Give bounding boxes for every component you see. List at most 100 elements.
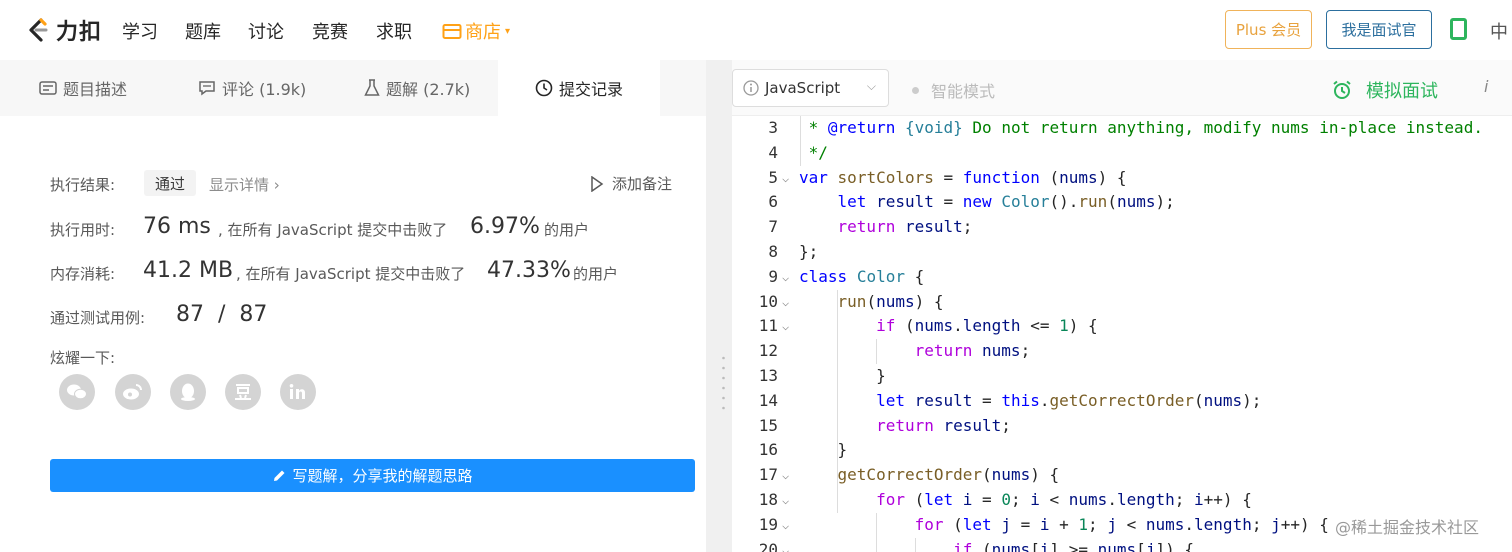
code-line[interactable]: 16 }: [732, 438, 1512, 463]
info-icon[interactable]: i: [1484, 77, 1488, 96]
weibo-share-icon[interactable]: [115, 374, 151, 410]
indent-guide: [837, 289, 838, 513]
code-text: };: [799, 242, 819, 261]
smart-mode-toggle[interactable]: 智能模式: [912, 78, 995, 102]
indent-guide: [876, 512, 877, 552]
nav-jobs[interactable]: 求职: [376, 18, 412, 44]
fold-chevron-icon[interactable]: ⌵: [782, 463, 789, 488]
tab-comments-label: 评论 (1.9k): [222, 80, 307, 99]
mock-interview-button[interactable]: 模拟面试: [1332, 77, 1438, 103]
time-label: 执行用时:: [50, 221, 116, 239]
editor-toolbar: JavaScript ⌵ 智能模式 模拟面试 i: [732, 60, 1512, 116]
write-solution-button[interactable]: 写题解，分享我的解题思路: [50, 459, 695, 492]
fold-chevron-icon[interactable]: ⌵: [782, 488, 789, 513]
code-text: return nums;: [914, 341, 1031, 361]
code-text: return result;: [837, 217, 973, 237]
leetcode-logo-icon: [29, 18, 48, 42]
code-line[interactable]: 3 * @return {void} Do not return anythin…: [732, 116, 1512, 141]
code-line[interactable]: 8};: [732, 240, 1512, 265]
code-text: }: [799, 440, 848, 460]
nav-contest[interactable]: 竞赛: [312, 18, 348, 44]
status-badge: 通过: [144, 170, 196, 196]
fold-chevron-icon[interactable]: ⌵: [782, 290, 789, 315]
add-note-button[interactable]: 添加备注: [590, 173, 672, 194]
tab-description[interactable]: 题目描述: [39, 60, 127, 116]
qq-share-icon[interactable]: [170, 374, 206, 410]
line-number: 15: [758, 415, 778, 435]
code-line[interactable]: 7 return result;: [732, 215, 1512, 240]
line-number: 20: [758, 539, 778, 552]
code-line[interactable]: 11 ⌵ if (nums.length <= 1) {: [732, 314, 1512, 339]
code-line[interactable]: 13 }: [732, 364, 1512, 389]
panel-divider[interactable]: [706, 60, 732, 552]
interviewer-button[interactable]: 我是面试官: [1326, 10, 1432, 49]
time-percent: 6.97%: [470, 214, 540, 239]
language-switch[interactable]: 中: [1490, 18, 1508, 44]
line-number: 10: [758, 291, 778, 311]
line-number: 18: [758, 490, 778, 509]
tab-submissions-label: 提交记录: [558, 80, 623, 99]
code-line[interactable]: 18 ⌵ for (let i = 0; i < nums.length; i++…: [732, 488, 1512, 513]
code-line[interactable]: 20 ⌵ if (nums[i] >= nums[j]) {: [732, 538, 1512, 552]
memory-text: , 在所有 JavaScript 提交中击败了: [236, 265, 466, 283]
logo[interactable]: 力扣: [24, 14, 102, 46]
code-line[interactable]: 10 ⌵ run(nums) {: [732, 290, 1512, 315]
smart-mode-dot: [912, 86, 919, 94]
fold-chevron-icon[interactable]: ⌵: [782, 265, 789, 290]
memory-label: 内存消耗:: [50, 265, 116, 283]
code-text: var sortColors = function (nums) {: [799, 167, 1127, 187]
watermark: @稀土掘金技术社区: [1335, 514, 1480, 538]
code-line[interactable]: 12 return nums;: [732, 339, 1512, 364]
line-number: 8: [768, 242, 778, 261]
code-line[interactable]: 6 let result = new Color().run(nums);: [732, 190, 1512, 215]
fold-chevron-icon[interactable]: ⌵: [782, 538, 789, 552]
line-number: 4: [768, 142, 778, 162]
tab-solutions-label: 题解 (2.7k): [386, 80, 471, 99]
language-select[interactable]: JavaScript ⌵: [732, 69, 889, 107]
code-text: return result;: [876, 415, 1011, 435]
code-line[interactable]: 14 let result = this.getCorrectOrder(num…: [732, 389, 1512, 414]
line-number: 7: [768, 217, 778, 237]
tab-solutions[interactable]: 题解 (2.7k): [364, 60, 470, 116]
tests-label: 通过测试用例:: [50, 309, 146, 327]
line-number: 12: [758, 341, 778, 361]
code-text: run(nums) {: [837, 291, 944, 311]
fold-chevron-icon[interactable]: ⌵: [782, 314, 789, 339]
fold-chevron-icon[interactable]: ⌵: [782, 166, 789, 191]
code-text: * @return {void} Do not return anything,…: [799, 118, 1483, 137]
line-number: 6: [768, 192, 778, 212]
nav-learn[interactable]: 学习: [122, 18, 158, 44]
nav-store[interactable]: 商店 ▾: [442, 18, 510, 44]
nav-problems[interactable]: 题库: [185, 18, 221, 44]
tab-submissions[interactable]: 提交记录: [498, 60, 660, 116]
line-number: 17: [758, 465, 778, 485]
add-note-label: 添加备注: [612, 175, 673, 193]
fold-chevron-icon[interactable]: ⌵: [782, 513, 789, 538]
wechat-share-icon[interactable]: [59, 374, 95, 410]
code-line[interactable]: 5 ⌵ var sortColors = function (nums) {: [732, 166, 1512, 191]
indent-guide: [915, 537, 916, 552]
top-navbar: 力扣 学习 题库 讨论 竞赛 求职 商店 ▾ Plus 会员 我是面试官 中: [0, 0, 1512, 60]
tab-comments[interactable]: 评论 (1.9k): [198, 60, 306, 116]
code-text: let result = new Color().run(nums);: [837, 192, 1175, 212]
code-line[interactable]: 4 */: [732, 141, 1512, 166]
linkedin-share-icon[interactable]: [280, 374, 316, 410]
time-value: 76 ms: [143, 214, 211, 239]
douban-share-icon[interactable]: [225, 374, 261, 410]
memory-percent: 47.33%: [487, 258, 571, 283]
nav-discuss[interactable]: 讨论: [248, 18, 284, 44]
code-editor[interactable]: 3 * @return {void} Do not return anythin…: [732, 116, 1512, 552]
time-text: , 在所有 JavaScript 提交中击败了: [218, 221, 448, 239]
indent-guide: [876, 339, 877, 364]
flask-icon: [364, 79, 380, 96]
code-line[interactable]: 15 return result;: [732, 414, 1512, 439]
store-label: 商店: [465, 22, 501, 43]
code-line[interactable]: 9 ⌵ class Color {: [732, 265, 1512, 290]
smart-mode-label: 智能模式: [931, 82, 996, 101]
mobile-app-icon[interactable]: [1450, 18, 1467, 40]
submission-result-panel: 执行结果: 通过 显示详情 › 添加备注 执行用时: 76 ms , 在所有 J…: [0, 116, 706, 552]
drag-handle-icon[interactable]: [722, 355, 725, 415]
plus-membership-button[interactable]: Plus 会员: [1225, 10, 1312, 49]
code-line[interactable]: 17 ⌵ getCorrectOrder(nums) {: [732, 463, 1512, 488]
show-details-link[interactable]: 显示详情 ›: [209, 174, 280, 195]
